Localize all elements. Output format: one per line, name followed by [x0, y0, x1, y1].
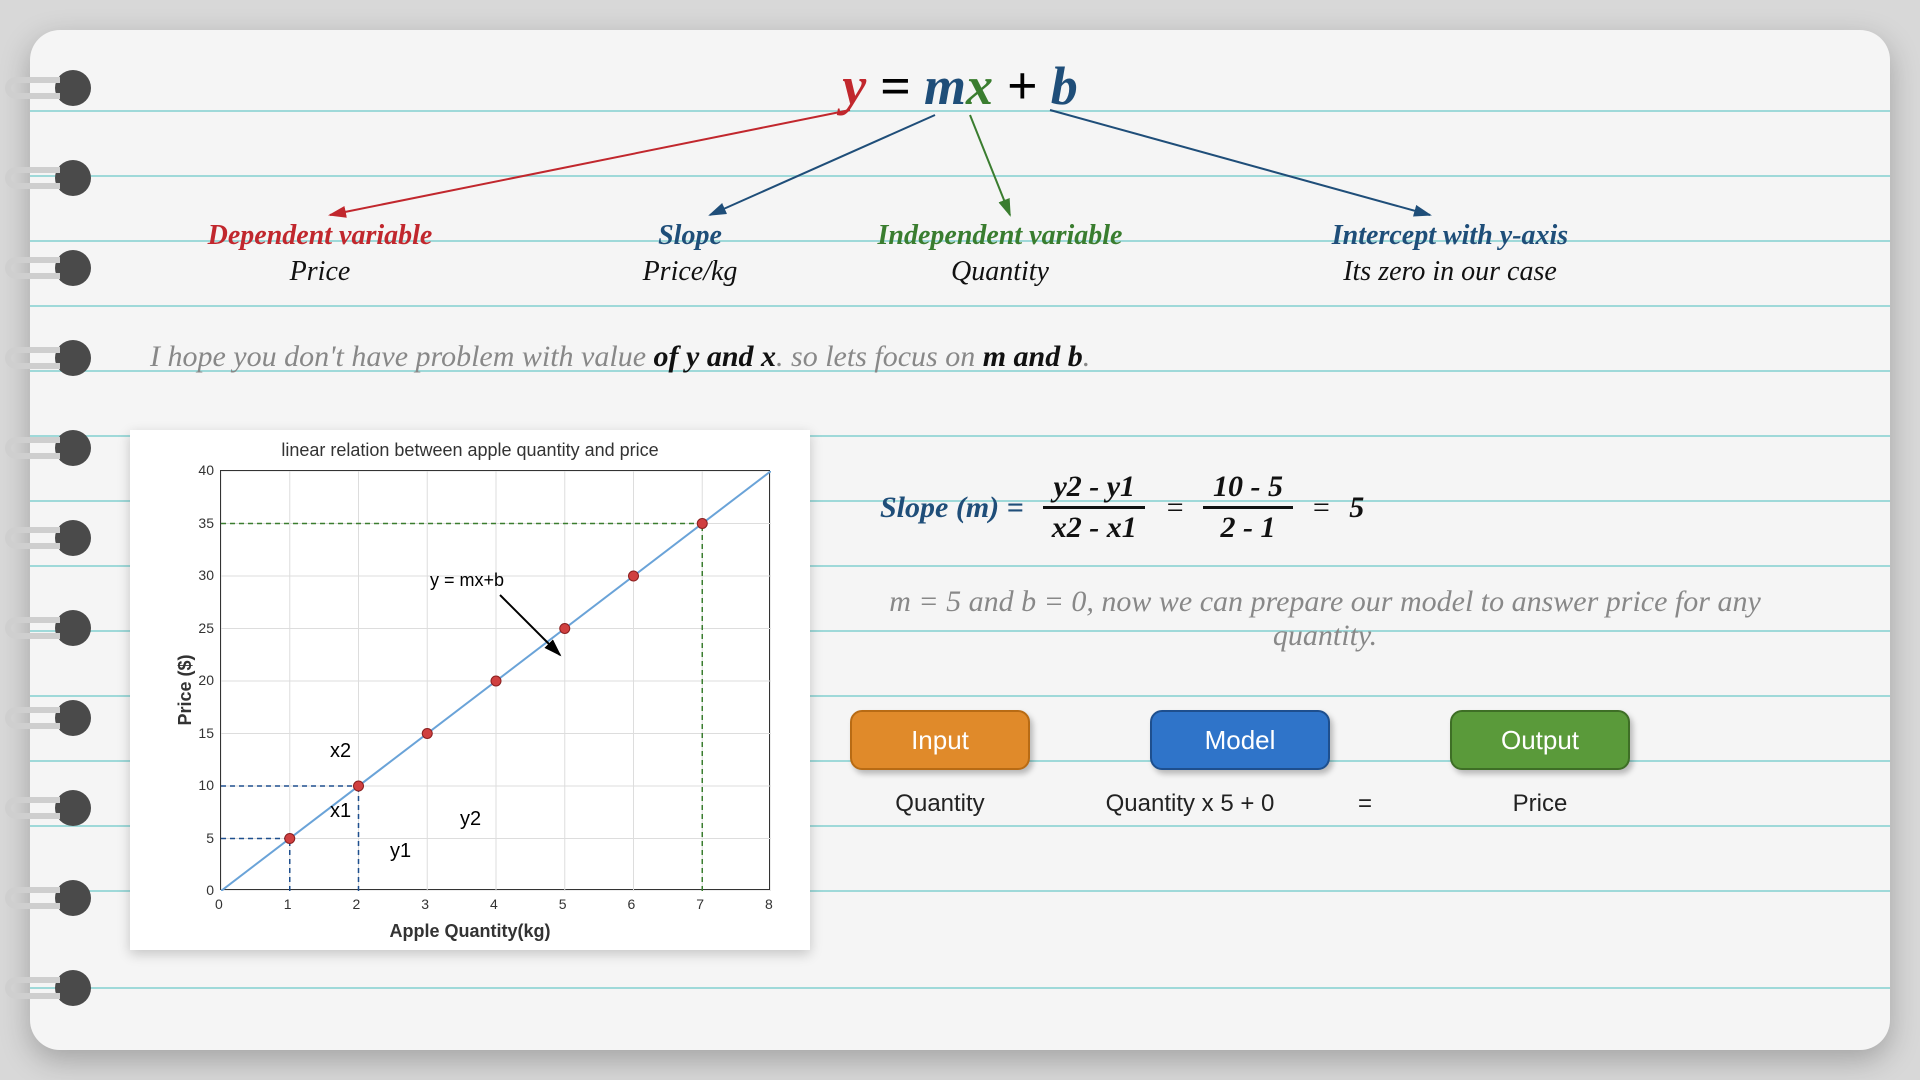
- body-line-1: I hope you don't have problem with value…: [150, 340, 1830, 374]
- input-box: Input: [850, 710, 1030, 770]
- notebook-page: y = mx + b Dependent variable Price Slop…: [30, 30, 1890, 1050]
- ytick: 40: [190, 462, 214, 478]
- eq-m: m: [924, 56, 966, 116]
- eq-x: x: [966, 56, 993, 116]
- xtick: 2: [353, 896, 361, 912]
- chart-title: linear relation between apple quantity a…: [130, 440, 810, 461]
- xtick: 6: [628, 896, 636, 912]
- model-boxes-row: Input Model Output: [850, 710, 1630, 770]
- body-line-2: m = 5 and b = 0, now we can prepare our …: [840, 585, 1810, 653]
- ytick: 20: [190, 672, 214, 688]
- ytick: 15: [190, 725, 214, 741]
- slope-frac-numeric: 10 - 5 2 - 1: [1203, 470, 1293, 545]
- line-annotation: y = mx+b: [430, 570, 504, 591]
- output-label: Price: [1450, 790, 1630, 818]
- chart-ylabel: Price ($): [175, 654, 196, 725]
- chart-svg: [221, 471, 771, 891]
- model-labels-row: Quantity Quantity x 5 + 0 = Price: [850, 790, 1630, 818]
- term-intercept: Intercept with y-axis Its zero in our ca…: [1230, 220, 1670, 288]
- xtick: 7: [696, 896, 704, 912]
- anno-y1: y1: [390, 840, 411, 863]
- chart-panel: linear relation between apple quantity a…: [130, 430, 810, 950]
- slope-formula: Slope (m) = y2 - y1 x2 - x1 = 10 - 5 2 -…: [880, 470, 1364, 545]
- input-label: Quantity: [850, 790, 1030, 818]
- xtick: 1: [284, 896, 292, 912]
- anno-x1: x1: [330, 800, 351, 823]
- ytick: 35: [190, 515, 214, 531]
- eq-b: b: [1051, 56, 1078, 116]
- ytick: 10: [190, 777, 214, 793]
- model-label: Quantity x 5 + 0: [1100, 790, 1280, 818]
- eq-y: y: [842, 56, 866, 116]
- xtick: 3: [421, 896, 429, 912]
- chart-plot-area: [220, 470, 770, 890]
- term-independent-variable: Independent variable Quantity: [830, 220, 1170, 288]
- ytick: 25: [190, 620, 214, 636]
- output-box: Output: [1450, 710, 1630, 770]
- xtick: 4: [490, 896, 498, 912]
- xtick: 0: [215, 896, 223, 912]
- xtick: 5: [559, 896, 567, 912]
- ytick: 5: [190, 830, 214, 846]
- term-slope: Slope Price/kg: [570, 220, 810, 288]
- main-equation: y = mx + b: [30, 55, 1890, 117]
- ytick: 0: [190, 882, 214, 898]
- anno-x2: x2: [330, 740, 351, 763]
- chart-xlabel: Apple Quantity(kg): [130, 921, 810, 942]
- ytick: 30: [190, 567, 214, 583]
- anno-y2: y2: [460, 808, 481, 831]
- slope-frac-symbolic: y2 - y1 x2 - x1: [1042, 470, 1147, 545]
- term-dependent-variable: Dependent variable Price: [150, 220, 490, 288]
- xtick: 8: [765, 896, 773, 912]
- model-box: Model: [1150, 710, 1330, 770]
